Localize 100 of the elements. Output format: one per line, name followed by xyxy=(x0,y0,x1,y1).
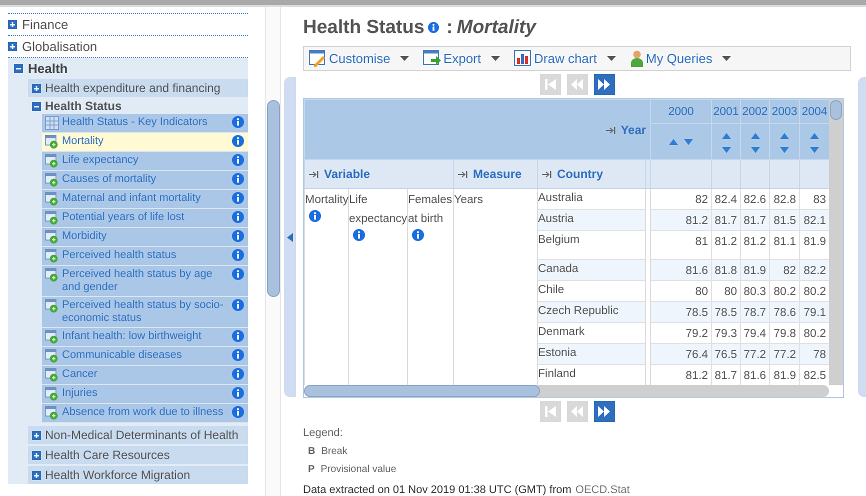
country-cell: Austria xyxy=(538,210,646,230)
value-cell: 81 xyxy=(650,230,712,260)
value-cell: 78.7 xyxy=(740,302,770,322)
expand-icon[interactable] xyxy=(32,430,41,440)
toolbar-menu-button[interactable]: My Queries xyxy=(630,50,732,67)
source-link[interactable]: OECD.Stat xyxy=(575,484,630,496)
collapse-icon[interactable] xyxy=(32,102,41,110)
query-icon xyxy=(45,330,59,344)
query-icon xyxy=(45,192,59,206)
info-icon[interactable] xyxy=(232,268,244,280)
dataset-item[interactable]: Infant health: low birthweight xyxy=(42,328,248,347)
pager-button[interactable] xyxy=(594,401,614,422)
query-icon xyxy=(45,406,59,420)
tree-node[interactable]: Non-Medical Determinants of Health xyxy=(28,426,248,444)
query-icon xyxy=(45,368,59,382)
legend-code: P xyxy=(308,464,315,475)
dataset-item[interactable]: Perceived health status by age and gender xyxy=(42,266,248,297)
info-icon[interactable] xyxy=(232,173,244,185)
dataset-item[interactable]: Causes of mortality xyxy=(42,171,248,190)
dataset-title: Health Status xyxy=(303,17,424,39)
query-icon xyxy=(45,154,59,168)
toolbar-menu-button[interactable]: Customise xyxy=(309,50,410,67)
value-cell: 80 xyxy=(650,280,712,302)
value-cell: 81.2 xyxy=(740,230,770,260)
value-cell: 81.5 xyxy=(770,210,800,230)
info-icon[interactable] xyxy=(232,230,244,242)
pivot-icon xyxy=(309,171,319,178)
dataset-item[interactable]: Absence from work due to illness xyxy=(42,404,248,423)
value-cell: 79.2 xyxy=(650,322,712,344)
pencil-table-icon xyxy=(309,50,327,67)
info-icon[interactable] xyxy=(428,22,440,33)
variable-label: Females at birth xyxy=(408,193,453,227)
dataset-item[interactable]: Injuries xyxy=(42,385,248,404)
info-icon[interactable] xyxy=(232,387,244,399)
legend-code: B xyxy=(308,446,316,457)
dataset-item[interactable]: Maternal and infant mortality xyxy=(42,190,248,209)
pager-button[interactable] xyxy=(594,74,614,95)
info-icon[interactable] xyxy=(232,330,244,342)
scrollbar[interactable] xyxy=(829,99,843,385)
dataset-item[interactable]: Health Status - Key Indicators xyxy=(42,114,248,133)
scrollbar[interactable] xyxy=(265,7,281,496)
scrollbar[interactable] xyxy=(304,385,829,397)
info-icon[interactable] xyxy=(232,211,244,223)
tree-node[interactable]: Health expenditure and financing xyxy=(28,79,248,97)
info-icon[interactable] xyxy=(232,368,244,380)
dataset-item[interactable]: Potential years of life lost xyxy=(42,209,248,228)
value-cell: 82 xyxy=(650,188,712,210)
year-header: 2003 xyxy=(770,100,800,124)
dataset-item[interactable]: Perceived health status xyxy=(42,247,248,266)
pivot-header[interactable]: Country xyxy=(538,160,646,188)
expand-icon[interactable] xyxy=(32,84,41,92)
pivot-header[interactable]: Year xyxy=(304,100,651,160)
value-cell: 81.7 xyxy=(712,364,741,385)
tree-node[interactable]: Health Workforce Migration xyxy=(28,466,248,484)
value-cell: 83 xyxy=(800,188,829,210)
dataset-item[interactable]: Cancer xyxy=(42,366,248,385)
tree-node[interactable]: Health Care Resources xyxy=(28,446,248,464)
info-icon[interactable] xyxy=(232,192,244,204)
dataset-item[interactable]: Life expectancy xyxy=(42,152,248,171)
dataset-item[interactable]: Perceived health status by socio-economic status xyxy=(42,297,248,328)
info-icon[interactable] xyxy=(309,210,321,222)
value-cell: 79.1 xyxy=(800,302,829,322)
tree-node[interactable]: Finance xyxy=(8,13,248,36)
info-icon[interactable] xyxy=(232,249,244,261)
value-cell: 80 xyxy=(712,280,741,302)
first-page-icon xyxy=(544,405,556,418)
tree-node[interactable]: Health xyxy=(8,60,248,79)
dataset-item[interactable]: Morbidity xyxy=(42,228,248,247)
measure-label: Years xyxy=(454,193,484,208)
tree-node[interactable]: Health Status xyxy=(28,99,248,114)
value-cell: 81.6 xyxy=(650,260,712,280)
expand-icon[interactable] xyxy=(32,470,41,480)
collapse-icon[interactable] xyxy=(14,64,23,73)
info-icon[interactable] xyxy=(232,299,244,311)
value-cell: 81.7 xyxy=(740,210,770,230)
expand-icon[interactable] xyxy=(32,450,41,460)
collapse-arrow-icon xyxy=(287,232,293,242)
dataset-item[interactable]: Communicable diseases xyxy=(42,347,248,366)
expand-icon[interactable] xyxy=(8,20,17,29)
info-icon[interactable] xyxy=(232,135,244,147)
value-cell: 79.8 xyxy=(770,322,800,344)
value-cell: 81.2 xyxy=(650,364,712,385)
query-icon xyxy=(45,349,59,363)
value-cell: 81.9 xyxy=(740,260,770,280)
info-icon[interactable] xyxy=(353,229,365,241)
toolbar-menu-button[interactable]: Draw chart xyxy=(514,50,616,67)
value-cell: 81.2 xyxy=(650,210,712,230)
pivot-icon xyxy=(458,171,468,178)
dataset-item[interactable]: Mortality xyxy=(42,133,248,152)
info-icon[interactable] xyxy=(232,116,244,128)
toolbar-menu-button[interactable]: Export xyxy=(423,50,500,67)
pivot-header[interactable]: Variable xyxy=(304,160,454,188)
caret-icon xyxy=(606,56,616,62)
info-icon[interactable] xyxy=(232,154,244,166)
info-icon[interactable] xyxy=(232,349,244,361)
extraction-note: Data extracted on 01 Nov 2019 01:38 UTC (GMT) from xyxy=(303,484,572,496)
info-icon[interactable] xyxy=(412,229,424,241)
expand-icon[interactable] xyxy=(8,42,17,51)
pivot-header[interactable]: Measure xyxy=(454,160,538,188)
info-icon[interactable] xyxy=(232,406,244,418)
